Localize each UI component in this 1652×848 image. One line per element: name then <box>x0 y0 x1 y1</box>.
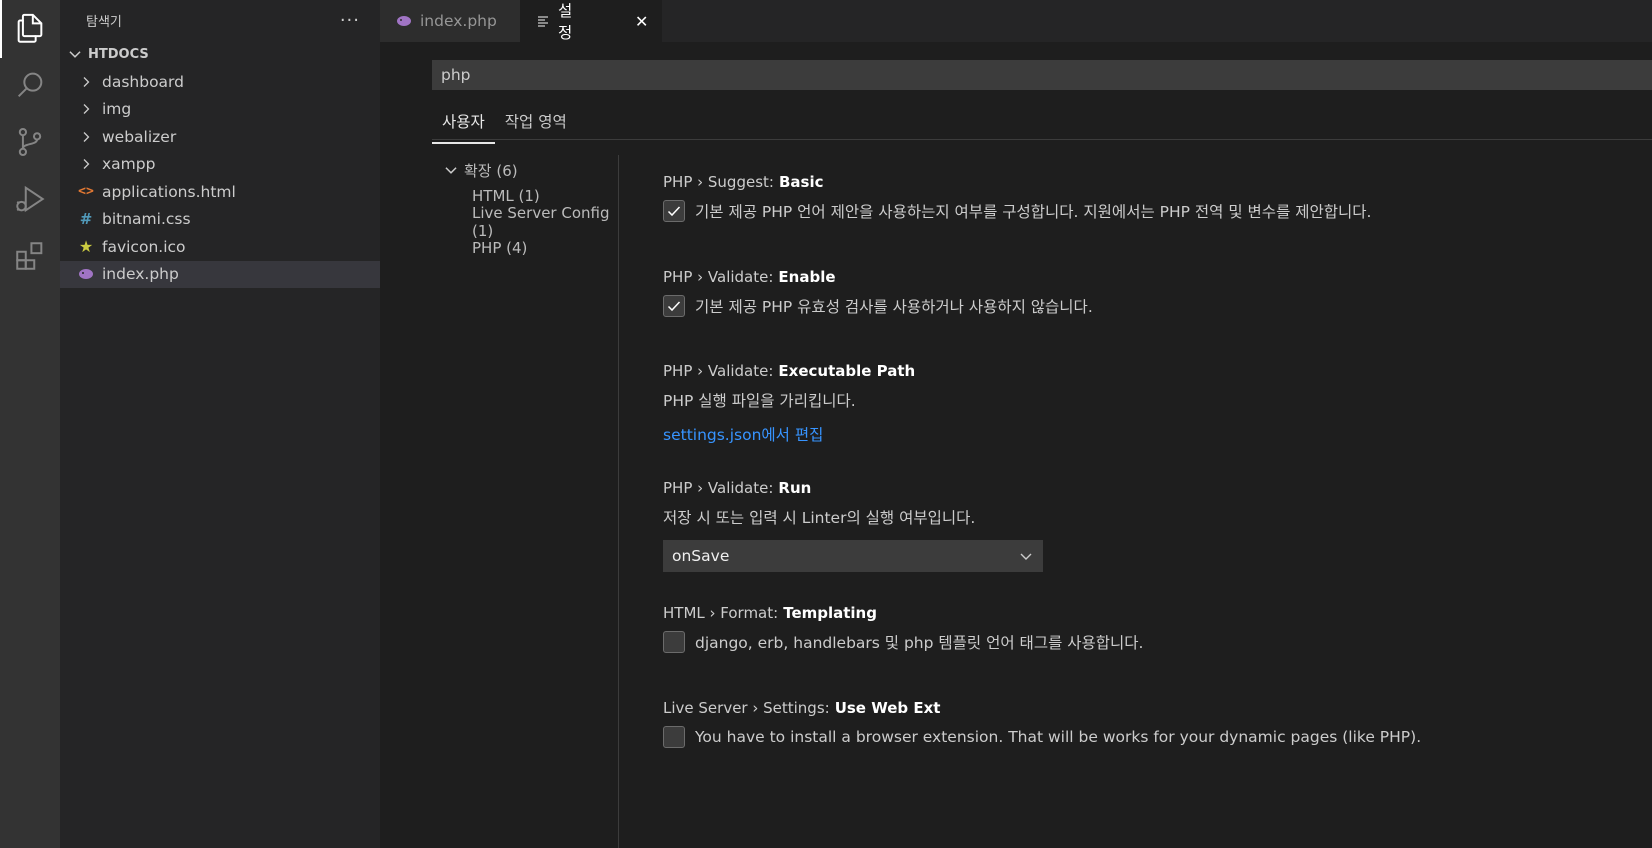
setting-category: HTML › Format: <box>663 604 779 622</box>
run-mode-select[interactable]: onSave <box>663 540 1043 572</box>
setting-category: Live Server › Settings: <box>663 699 830 717</box>
php-elephant-icon <box>76 264 96 284</box>
settings-editor: php 사용자 작업 영역 확장 (6) HTML (1) Live Serve… <box>380 42 1652 848</box>
divider <box>432 139 1652 140</box>
tab-workspace[interactable]: 작업 영역 <box>495 104 577 144</box>
search-icon[interactable] <box>0 56 60 114</box>
checkbox-checked[interactable] <box>663 295 685 317</box>
chevron-right-icon <box>76 127 96 147</box>
html-file-icon: <> <box>78 184 94 200</box>
source-control-icon[interactable] <box>0 113 60 171</box>
tree-item-label: img <box>102 100 132 119</box>
setting-description: django, erb, handlebars 및 php 템플릿 언어 태그를… <box>695 634 1144 652</box>
chevron-right-icon <box>76 72 96 92</box>
chevron-right-icon <box>76 154 96 174</box>
setting-title: PHP › Validate: Enable <box>663 267 1613 287</box>
activity-bar <box>0 0 60 848</box>
setting-title: PHP › Suggest: Basic <box>663 172 1613 192</box>
tree-item-label: webalizer <box>102 127 177 146</box>
setting-description: 저장 시 또는 입력 시 Linter의 실행 여부입니다. <box>663 509 976 527</box>
tree-item-applications-html[interactable]: <> applications.html <box>60 178 380 206</box>
settings-lines-icon <box>536 14 550 28</box>
tree-item-bitnami-css[interactable]: # bitnami.css <box>60 206 380 234</box>
tree-item-webalizer[interactable]: webalizer <box>60 123 380 151</box>
tab-index-php[interactable]: index.php <box>380 0 520 42</box>
settings-toc: 확장 (6) HTML (1) Live Server Config (1) P… <box>442 157 632 261</box>
divider <box>618 155 619 848</box>
setting-key: Executable Path <box>778 362 916 380</box>
sidebar-title: 탐색기 <box>86 14 122 30</box>
tab-label: 설정 <box>558 2 573 42</box>
tree-item-xampp[interactable]: xampp <box>60 151 380 179</box>
edit-in-settings-json-link[interactable]: settings.json에서 편집 <box>663 423 823 445</box>
tree-item-label: favicon.ico <box>102 237 186 256</box>
tab-label: index.php <box>420 12 497 30</box>
explorer-sidebar: 탐색기 ··· HTDOCS dashboard img webalizer x… <box>60 0 380 848</box>
scope-tabs: 사용자 작업 영역 <box>432 104 577 144</box>
search-value: php <box>441 66 471 84</box>
toc-item-extensions[interactable]: 확장 (6) <box>442 157 632 183</box>
tree-item-label: xampp <box>102 155 156 174</box>
setting-title: Live Server › Settings: Use Web Ext <box>663 698 1613 718</box>
setting-php-suggest-basic: PHP › Suggest: Basic 기본 제공 PHP 언어 제안을 사용… <box>663 172 1613 222</box>
tree-item-label: index.php <box>102 265 179 284</box>
editor-tabs: index.php 설정 ✕ <box>380 0 1652 42</box>
chevron-right-icon <box>76 99 96 119</box>
checkbox-unchecked[interactable] <box>663 726 685 748</box>
sidebar-header: 탐색기 ··· <box>60 0 380 40</box>
setting-key: Use Web Ext <box>834 699 941 717</box>
tree-item-label: applications.html <box>102 182 236 201</box>
chevron-down-icon <box>69 51 81 58</box>
setting-php-validate-enable: PHP › Validate: Enable 기본 제공 PHP 유효성 검사를… <box>663 267 1613 317</box>
setting-category: PHP › Suggest: <box>663 173 774 191</box>
setting-category: PHP › Validate: <box>663 362 774 380</box>
tree-item-favicon-ico[interactable]: ★ favicon.ico <box>60 233 380 261</box>
setting-category: PHP › Validate: <box>663 268 774 286</box>
setting-description: PHP 실행 파일을 가리킵니다. <box>663 392 856 410</box>
setting-description: 기본 제공 PHP 언어 제안을 사용하는지 여부를 구성합니다. 지원에서는 … <box>695 203 1372 221</box>
tree-item-index-php[interactable]: index.php <box>60 260 380 288</box>
setting-title: HTML › Format: Templating <box>663 603 1613 623</box>
settings-search-input[interactable]: php <box>432 60 1652 90</box>
more-actions-icon[interactable]: ··· <box>340 10 360 31</box>
run-debug-icon[interactable] <box>0 170 60 228</box>
setting-php-validate-executable-path: PHP › Validate: Executable Path PHP 실행 파… <box>663 361 1613 445</box>
tab-user[interactable]: 사용자 <box>432 104 495 144</box>
setting-description: You have to install a browser extension.… <box>695 728 1422 746</box>
chevron-down-icon <box>1020 553 1032 560</box>
checkbox-checked[interactable] <box>663 200 685 222</box>
css-file-icon: # <box>79 210 93 229</box>
toc-label: 확장 (6) <box>464 161 518 180</box>
setting-key: Enable <box>778 268 836 286</box>
setting-key: Run <box>778 479 812 497</box>
setting-live-server-use-web-ext: Live Server › Settings: Use Web Ext You … <box>663 698 1613 748</box>
tree-item-label: bitnami.css <box>102 210 191 229</box>
check-icon <box>667 301 681 312</box>
extensions-icon[interactable] <box>0 227 60 285</box>
setting-title: PHP › Validate: Executable Path <box>663 361 1613 381</box>
folder-name: HTDOCS <box>88 46 149 62</box>
setting-php-validate-run: PHP › Validate: Run 저장 시 또는 입력 시 Linter의… <box>663 478 1613 572</box>
close-icon[interactable]: ✕ <box>634 12 650 31</box>
tab-settings[interactable]: 설정 ✕ <box>520 0 662 42</box>
folder-header-htdocs[interactable]: HTDOCS <box>60 40 380 68</box>
explorer-icon[interactable] <box>0 0 60 58</box>
tree-item-label: dashboard <box>102 72 184 91</box>
setting-html-format-templating: HTML › Format: Templating django, erb, h… <box>663 603 1613 653</box>
php-elephant-icon <box>396 15 412 27</box>
checkbox-unchecked[interactable] <box>663 631 685 653</box>
star-file-icon: ★ <box>78 237 94 257</box>
tree-item-img[interactable]: img <box>60 96 380 124</box>
chevron-down-icon <box>445 167 457 174</box>
toc-item-live-server[interactable]: Live Server Config (1) <box>442 204 632 240</box>
tree-item-dashboard[interactable]: dashboard <box>60 68 380 96</box>
setting-description: 기본 제공 PHP 유효성 검사를 사용하거나 사용하지 않습니다. <box>695 298 1093 316</box>
setting-key: Templating <box>783 604 877 622</box>
check-icon <box>667 206 681 217</box>
setting-title: PHP › Validate: Run <box>663 478 1613 498</box>
setting-category: PHP › Validate: <box>663 479 774 497</box>
select-value: onSave <box>672 547 730 565</box>
setting-key: Basic <box>778 173 824 191</box>
